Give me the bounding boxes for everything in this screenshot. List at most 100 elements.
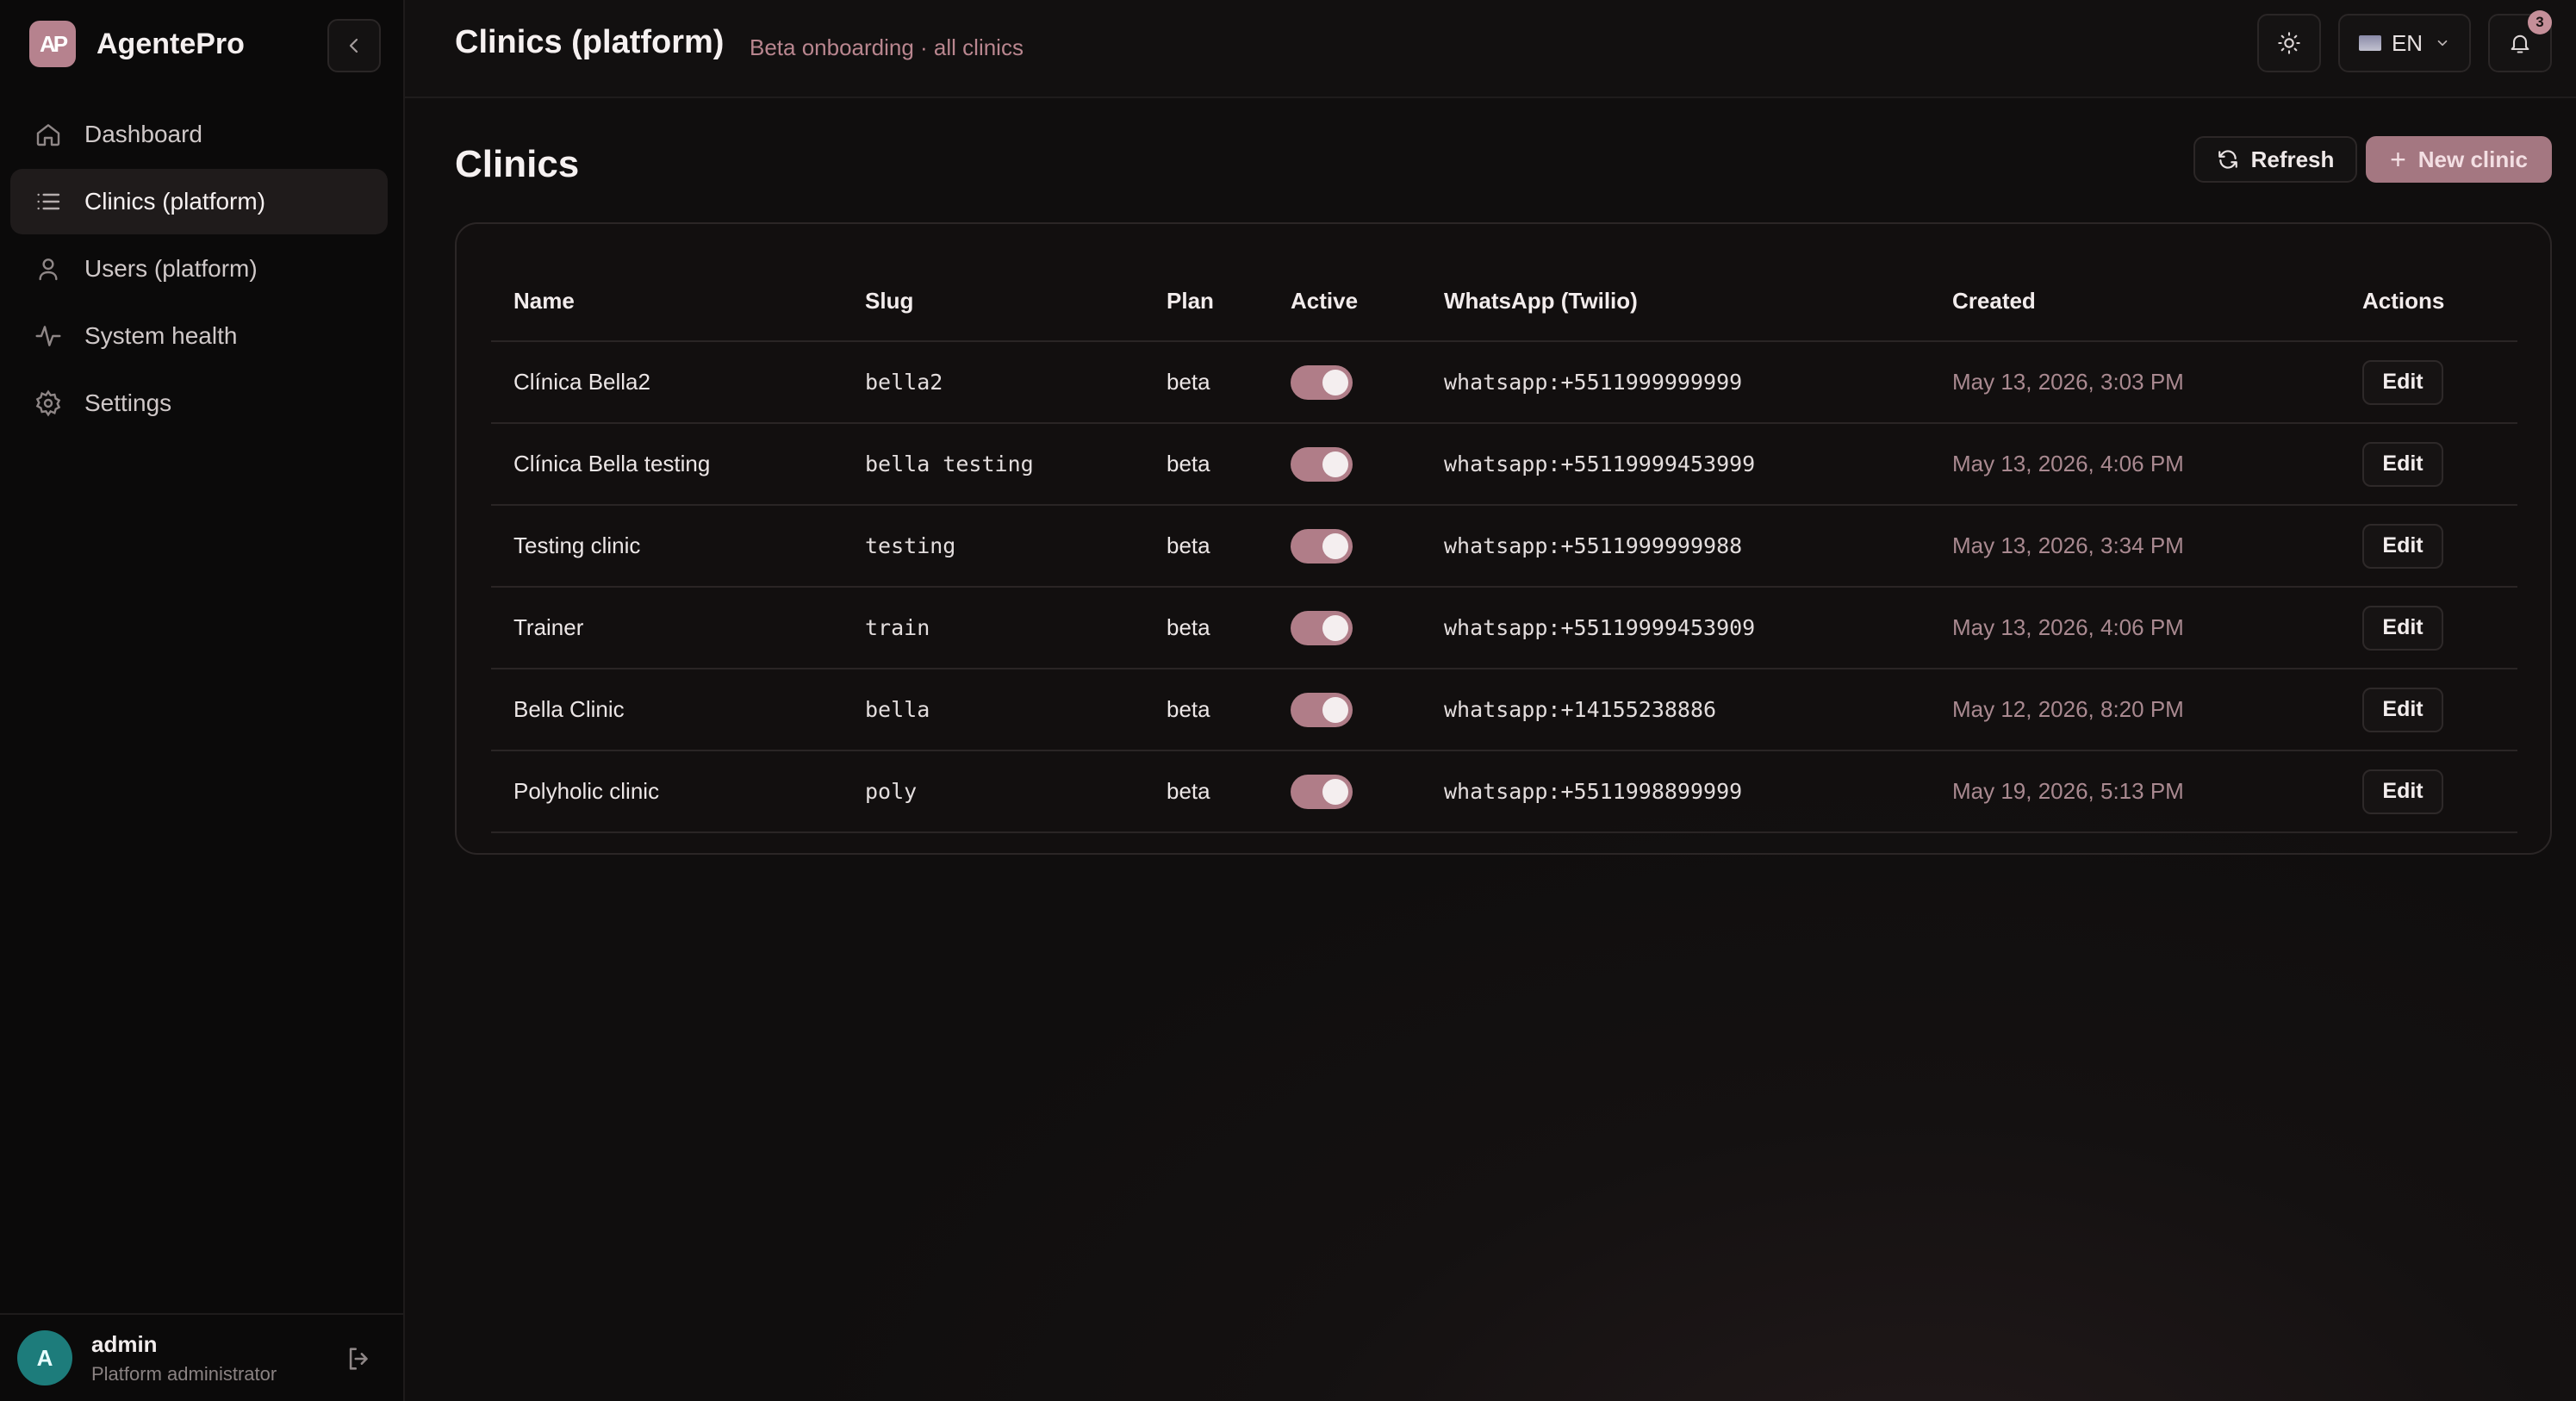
cell-actions: Edit xyxy=(2340,505,2517,588)
brand[interactable]: AP AgentePro xyxy=(29,21,245,67)
cell-actions: Edit xyxy=(2340,423,2517,506)
table-row: Clínica Bella testing bella testing beta… xyxy=(491,423,2517,506)
user-icon xyxy=(34,255,62,283)
column-header-created[interactable]: Created xyxy=(1930,262,2340,342)
cell-whatsapp: whatsapp:+5511998899999 xyxy=(1422,750,1930,833)
new-clinic-button[interactable]: + New clinic xyxy=(2366,136,2552,183)
user-panel: A admin Platform administrator xyxy=(0,1313,405,1401)
sidebar: AP AgentePro Dashboard Clinics (platform… xyxy=(0,0,405,1401)
edit-button[interactable]: Edit xyxy=(2362,687,2443,732)
page-subtitle: Beta onboarding · all clinics xyxy=(750,34,1024,60)
active-toggle[interactable] xyxy=(1291,774,1353,809)
refresh-button[interactable]: Refresh xyxy=(2193,136,2357,183)
column-header-name[interactable]: Name xyxy=(491,262,843,342)
sidebar-item-users[interactable]: Users (platform) xyxy=(10,236,388,302)
notifications-button[interactable]: 3 xyxy=(2488,10,2552,72)
cell-name: Bella Clinic xyxy=(491,669,843,751)
cell-plan: beta xyxy=(1144,423,1268,506)
activity-icon xyxy=(34,322,62,350)
table-row: Polyholic clinic poly beta whatsapp:+551… xyxy=(491,750,2517,833)
sidebar-item-dashboard[interactable]: Dashboard xyxy=(10,102,388,167)
cell-active xyxy=(1268,587,1422,669)
table-header-row: Name Slug Plan Active WhatsApp (Twilio) … xyxy=(491,262,2517,342)
cell-active xyxy=(1268,505,1422,588)
table-row: Clínica Bella2 bella2 beta whatsapp:+551… xyxy=(491,341,2517,424)
edit-button[interactable]: Edit xyxy=(2362,605,2443,651)
cell-actions: Edit xyxy=(2340,750,2517,833)
home-icon xyxy=(34,121,62,148)
column-header-plan[interactable]: Plan xyxy=(1144,262,1268,342)
toggle-knob xyxy=(1322,451,1348,477)
cell-whatsapp: whatsapp:+55119999453999 xyxy=(1422,423,1930,506)
cell-name: Clínica Bella testing xyxy=(491,423,843,506)
flag-icon xyxy=(2358,35,2381,51)
user-name: admin xyxy=(91,1330,158,1357)
cell-plan: beta xyxy=(1144,341,1268,424)
list-icon xyxy=(34,188,62,215)
cell-active xyxy=(1268,341,1422,424)
section-title: Clinics xyxy=(455,143,580,185)
toggle-knob xyxy=(1322,532,1348,559)
cell-active xyxy=(1268,750,1422,833)
gear-icon xyxy=(34,389,62,417)
cell-created: May 13, 2026, 4:06 PM xyxy=(1930,423,2340,506)
table-row: Bella Clinic bella beta whatsapp:+141552… xyxy=(491,669,2517,751)
user-info: admin Platform administrator xyxy=(91,1331,277,1385)
theme-toggle-button[interactable] xyxy=(2257,14,2321,72)
cell-slug: poly xyxy=(843,750,1144,833)
language-select[interactable]: EN xyxy=(2338,14,2471,72)
toggle-knob xyxy=(1322,369,1348,395)
cell-created: May 13, 2026, 3:34 PM xyxy=(1930,505,2340,588)
sidebar-item-settings[interactable]: Settings xyxy=(10,370,388,436)
brand-name: AgentePro xyxy=(96,27,245,60)
edit-button[interactable]: Edit xyxy=(2362,523,2443,569)
main-content: Clinics (platform) Beta onboarding · all… xyxy=(405,0,2576,1401)
brand-logo: AP xyxy=(29,21,76,67)
sidebar-item-label: Users (platform) xyxy=(84,255,258,282)
sidebar-item-label: Clinics (platform) xyxy=(84,188,266,215)
active-toggle[interactable] xyxy=(1291,446,1353,482)
logout-icon[interactable] xyxy=(345,1344,374,1373)
table-row: Testing clinic testing beta whatsapp:+55… xyxy=(491,505,2517,588)
cell-plan: beta xyxy=(1144,750,1268,833)
cell-name: Trainer xyxy=(491,587,843,669)
cell-actions: Edit xyxy=(2340,341,2517,424)
collapse-sidebar-button[interactable] xyxy=(327,19,381,72)
cell-created: May 12, 2026, 8:20 PM xyxy=(1930,669,2340,751)
cell-actions: Edit xyxy=(2340,669,2517,751)
column-header-actions: Actions xyxy=(2340,262,2517,342)
edit-button[interactable]: Edit xyxy=(2362,769,2443,814)
plus-icon: + xyxy=(2390,143,2406,175)
column-header-slug[interactable]: Slug xyxy=(843,262,1144,342)
cell-slug: bella testing xyxy=(843,423,1144,506)
cell-slug: bella xyxy=(843,669,1144,751)
edit-button[interactable]: Edit xyxy=(2362,359,2443,405)
column-header-active[interactable]: Active xyxy=(1268,262,1422,342)
avatar[interactable]: A xyxy=(17,1330,72,1385)
active-toggle[interactable] xyxy=(1291,610,1353,645)
active-toggle[interactable] xyxy=(1291,692,1353,727)
active-toggle[interactable] xyxy=(1291,528,1353,564)
app-root: AP AgentePro Dashboard Clinics (platform… xyxy=(0,0,2576,1401)
sidebar-item-system-health[interactable]: System health xyxy=(10,303,388,369)
language-label: EN xyxy=(2391,29,2424,56)
cell-whatsapp: whatsapp:+55119999453909 xyxy=(1422,587,1930,669)
top-bar: Clinics (platform) Beta onboarding · all… xyxy=(405,0,2576,98)
cell-whatsapp: whatsapp:+5511999999999 xyxy=(1422,341,1930,424)
edit-button[interactable]: Edit xyxy=(2362,441,2443,487)
sidebar-item-clinics[interactable]: Clinics (platform) xyxy=(10,169,388,234)
toggle-knob xyxy=(1322,778,1348,805)
cell-plan: beta xyxy=(1144,669,1268,751)
cell-slug: train xyxy=(843,587,1144,669)
sidebar-item-label: Dashboard xyxy=(84,121,202,147)
active-toggle[interactable] xyxy=(1291,364,1353,400)
toggle-knob xyxy=(1322,696,1348,723)
cell-plan: beta xyxy=(1144,505,1268,588)
toggle-knob xyxy=(1322,614,1348,641)
column-header-whatsapp[interactable]: WhatsApp (Twilio) xyxy=(1422,262,1930,342)
sun-icon xyxy=(2278,32,2300,54)
cell-whatsapp: whatsapp:+14155238886 xyxy=(1422,669,1930,751)
table-row: Trainer train beta whatsapp:+55119999453… xyxy=(491,587,2517,669)
cell-slug: testing xyxy=(843,505,1144,588)
refresh-icon xyxy=(2218,150,2237,169)
